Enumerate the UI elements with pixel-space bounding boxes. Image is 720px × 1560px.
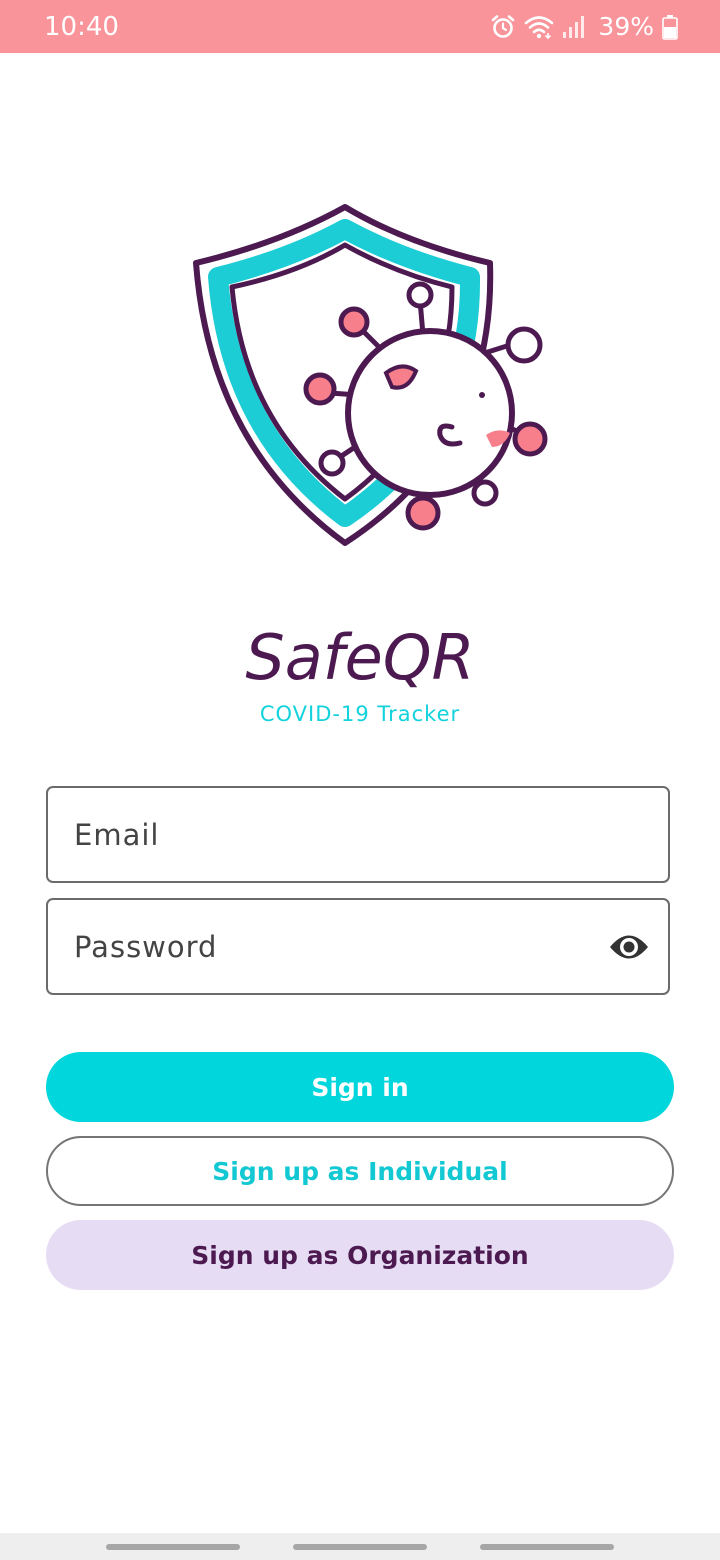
sign-up-organization-button[interactable]: Sign up as Organization bbox=[46, 1220, 674, 1290]
password-input[interactable] bbox=[74, 900, 614, 993]
sign-up-individual-button[interactable]: Sign up as Individual bbox=[46, 1136, 674, 1206]
status-icons: 39% bbox=[490, 12, 678, 42]
password-field[interactable] bbox=[46, 898, 670, 995]
login-screen: 10:40 39% SafeQR COVID-19 Tracker Email … bbox=[0, 0, 720, 1560]
email-input[interactable] bbox=[74, 788, 614, 881]
status-time: 10:40 bbox=[44, 12, 119, 42]
battery-icon bbox=[662, 14, 678, 40]
status-bar: 10:40 39% bbox=[0, 0, 720, 53]
eye-icon[interactable] bbox=[608, 930, 650, 964]
signal-icon bbox=[562, 15, 585, 39]
app-title: SafeQR bbox=[245, 621, 475, 694]
nav-home-button[interactable] bbox=[293, 1544, 427, 1550]
wifi-icon bbox=[524, 14, 554, 40]
nav-recents-button[interactable] bbox=[106, 1544, 240, 1550]
nav-back-button[interactable] bbox=[480, 1544, 614, 1550]
alarm-icon bbox=[490, 14, 516, 40]
navigation-bar bbox=[0, 1533, 720, 1560]
shield-virus-logo bbox=[180, 195, 560, 565]
battery-percent: 39% bbox=[598, 12, 654, 41]
email-field[interactable] bbox=[46, 786, 670, 883]
sign-in-button[interactable]: Sign in bbox=[46, 1052, 674, 1122]
app-subtitle: COVID-19 Tracker bbox=[259, 702, 461, 726]
